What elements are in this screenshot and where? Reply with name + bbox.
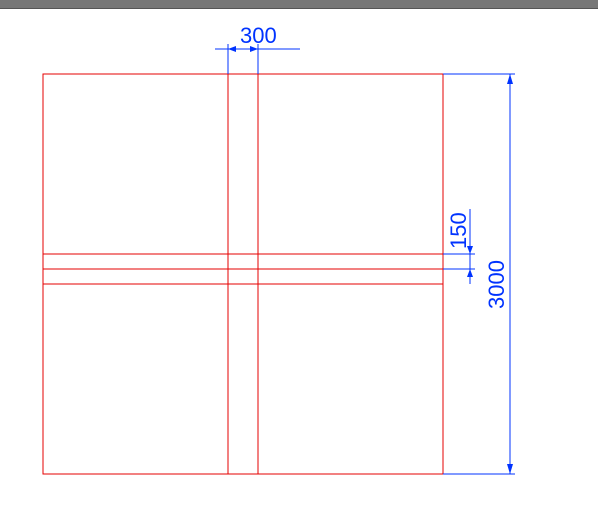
- outer-boundary: [43, 74, 443, 474]
- dimension-column-width-label: 300: [240, 23, 277, 48]
- dimension-beam-depth-label: 150: [446, 212, 471, 249]
- app-titlebar: [0, 0, 598, 9]
- dimension-beam-depth: 150: [443, 209, 475, 284]
- drawing-canvas: 300 150 3000: [0, 9, 598, 502]
- dimension-overall-height: 3000: [443, 74, 515, 474]
- dimension-column-width: 300: [215, 23, 300, 74]
- dimension-overall-height-label: 3000: [484, 260, 509, 309]
- cad-drawing: 300 150 3000: [0, 9, 598, 502]
